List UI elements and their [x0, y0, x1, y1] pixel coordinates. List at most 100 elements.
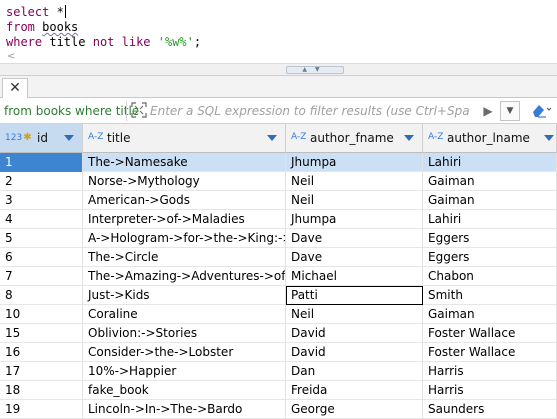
cell-author-lname[interactable]: Harris	[423, 381, 557, 400]
cell-title[interactable]: Consider->the->Lobster	[83, 343, 286, 362]
cell-id[interactable]: 19	[0, 400, 83, 419]
cell-author-lname[interactable]: Lahiri	[423, 153, 557, 172]
column-header-author-lname[interactable]: A-Z author_lname	[423, 124, 557, 153]
cell-author-lname[interactable]: Chabon	[423, 267, 557, 286]
filter-history-dropdown[interactable]: ▼	[500, 101, 520, 121]
cell-author-lname[interactable]: Lahiri	[423, 210, 557, 229]
cell-title[interactable]: Norse->Mythology	[83, 172, 286, 191]
cell-author-fname[interactable]: Dan	[286, 362, 423, 381]
sql-keyword: where	[6, 35, 43, 49]
cell-id[interactable]: 10	[0, 305, 83, 324]
cell-author-fname[interactable]: George	[286, 400, 423, 419]
cell-author-lname[interactable]: Gaiman	[423, 172, 557, 191]
cell-title[interactable]: Coraline	[83, 305, 286, 324]
cell-author-fname[interactable]: David	[286, 324, 423, 343]
cell-author-lname[interactable]: Foster Wallace	[423, 343, 557, 362]
cell-author-fname[interactable]: Jhumpa	[286, 210, 423, 229]
cell-title[interactable]: The->Circle	[83, 248, 286, 267]
sql-text: ;	[193, 35, 202, 49]
clear-filter-button[interactable]	[530, 102, 556, 120]
cell-title[interactable]: Oblivion:->Stories	[83, 324, 286, 343]
column-header-author-fname[interactable]: A-Z author_fname	[286, 124, 423, 153]
cell-author-fname[interactable]: Jhumpa	[286, 153, 423, 172]
table-row[interactable]: 7 The->Amazing->Adventures->of->K Michael C…	[0, 267, 557, 286]
table-row[interactable]: 8 Just->Kids Patti Smith	[0, 286, 557, 305]
cell-id[interactable]: 2	[0, 172, 83, 191]
table-row[interactable]: 10 Coraline Neil Gaiman	[0, 305, 557, 324]
cell-author-lname[interactable]: Smith	[423, 286, 557, 305]
table-row[interactable]: 19 Lincoln->In->The->Bardo George Saunders	[0, 400, 557, 419]
table-row[interactable]: 2 Norse->Mythology Neil Gaiman	[0, 172, 557, 191]
cell-author-lname[interactable]: Saunders	[423, 400, 557, 419]
cell-id[interactable]: 1	[0, 153, 83, 172]
cell-title[interactable]: The->Amazing->Adventures->of->K	[83, 267, 286, 286]
cell-author-fname[interactable]: Dave	[286, 248, 423, 267]
column-header-label: author_lname	[447, 131, 530, 145]
cell-author-fname[interactable]: Neil	[286, 305, 423, 324]
column-header-title[interactable]: A-Z title	[83, 124, 286, 153]
table-row[interactable]: 18 fake_book Freida Harris	[0, 381, 557, 400]
results-tab-strip: ✕	[0, 76, 557, 98]
sql-line-1: select *	[6, 5, 201, 20]
column-header-id[interactable]: 123✱ id	[0, 124, 83, 153]
cell-author-lname[interactable]: Foster Wallace	[423, 324, 557, 343]
expand-editor-icon[interactable]	[131, 102, 147, 118]
cell-author-lname[interactable]: Eggers	[423, 229, 557, 248]
result-grid[interactable]: 123✱ id A-Z title A-Z author_fname A-Z a…	[0, 124, 557, 419]
cell-id[interactable]: 15	[0, 324, 83, 343]
table-row[interactable]: 1 The->Namesake Jhumpa Lahiri	[0, 153, 557, 172]
result-rows: 1 The->Namesake Jhumpa Lahiri 2 Norse->Mythol…	[0, 153, 557, 419]
cell-author-lname[interactable]: Harris	[423, 362, 557, 381]
cell-title[interactable]: fake_book	[83, 381, 286, 400]
sort-arrow-icon[interactable]	[544, 135, 554, 141]
table-row[interactable]: 6 The->Circle Dave Eggers	[0, 248, 557, 267]
splitter-handle-icon[interactable]: ▲▼	[286, 66, 344, 74]
sort-arrow-icon[interactable]	[267, 135, 277, 141]
cell-author-fname[interactable]: Patti	[286, 286, 423, 305]
sql-keyword: not like	[92, 35, 151, 49]
cell-id[interactable]: 3	[0, 191, 83, 210]
cell-author-lname[interactable]: Gaiman	[423, 305, 557, 324]
cell-author-lname[interactable]: Gaiman	[423, 191, 557, 210]
sql-line-2: from books	[6, 20, 201, 35]
cell-id[interactable]: 18	[0, 381, 83, 400]
filter-expression-input[interactable]	[150, 102, 470, 120]
apply-filter-button[interactable]: ▶	[482, 103, 494, 119]
panel-splitter[interactable]: ▲▼	[0, 63, 557, 76]
cell-title[interactable]: American->Gods	[83, 191, 286, 210]
cell-title[interactable]: The->Namesake	[83, 153, 286, 172]
cell-title[interactable]: Interpreter->of->Maladies	[83, 210, 286, 229]
cell-title[interactable]: A->Hologram->for->the->King:->A-	[83, 229, 286, 248]
numeric-type-icon: 123✱	[5, 132, 32, 143]
sql-code[interactable]: select * from books where title not like…	[6, 5, 201, 50]
cell-author-fname[interactable]: Neil	[286, 172, 423, 191]
sort-arrow-icon[interactable]	[404, 135, 414, 141]
table-row[interactable]: 4 Interpreter->of->Maladies Jhumpa Lahiri	[0, 210, 557, 229]
cell-author-fname[interactable]: Freida	[286, 381, 423, 400]
tab-close-icon[interactable]: ✕	[2, 78, 28, 98]
cell-title[interactable]: Lincoln->In->The->Bardo	[83, 400, 286, 419]
cell-id[interactable]: 6	[0, 248, 83, 267]
table-row[interactable]: 17 10%->Happier Dan Harris	[0, 362, 557, 381]
cell-id[interactable]: 17	[0, 362, 83, 381]
cell-author-fname[interactable]: David	[286, 343, 423, 362]
sort-arrow-icon[interactable]	[64, 135, 74, 141]
table-row[interactable]: 16 Consider->the->Lobster David Foster Wall…	[0, 343, 557, 362]
table-row[interactable]: 5 A->Hologram->for->the->King:->A- Dave Egg…	[0, 229, 557, 248]
cell-id[interactable]: 16	[0, 343, 83, 362]
cell-author-lname[interactable]: Eggers	[423, 248, 557, 267]
sql-column-name: title	[49, 35, 86, 49]
cell-id[interactable]: 7	[0, 267, 83, 286]
cell-id[interactable]: 4	[0, 210, 83, 229]
cell-author-fname[interactable]: Dave	[286, 229, 423, 248]
cell-id[interactable]: 8	[0, 286, 83, 305]
cell-id[interactable]: 5	[0, 229, 83, 248]
cell-author-fname[interactable]: Michael	[286, 267, 423, 286]
scroll-left-arrow-icon[interactable]: <	[7, 51, 15, 62]
cell-title[interactable]: 10%->Happier	[83, 362, 286, 381]
sql-keyword: select	[6, 5, 50, 19]
cell-author-fname[interactable]: Neil	[286, 191, 423, 210]
table-row[interactable]: 3 American->Gods Neil Gaiman	[0, 191, 557, 210]
table-row[interactable]: 15 Oblivion:->Stories David Foster Wallace	[0, 324, 557, 343]
cell-title[interactable]: Just->Kids	[83, 286, 286, 305]
